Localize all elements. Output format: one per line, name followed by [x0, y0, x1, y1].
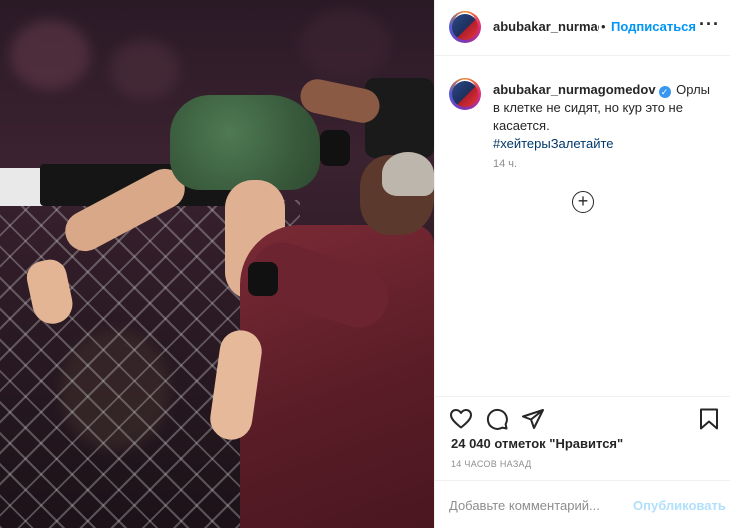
person-shirt — [365, 78, 434, 158]
glove — [320, 130, 350, 166]
instagram-post: abubakar_nurmagc • Подписаться ··· abuba… — [0, 0, 730, 528]
more-options-icon[interactable]: ··· — [699, 14, 720, 35]
header-username[interactable]: abubakar_nurmagc — [493, 19, 599, 34]
bookmark-icon[interactable] — [697, 407, 721, 431]
post-side-panel: abubakar_nurmagc • Подписаться ··· abuba… — [434, 0, 730, 528]
caption-username[interactable]: abubakar_nurmagomedov — [493, 82, 656, 97]
plus-circle-icon[interactable]: + — [572, 191, 594, 213]
profile-avatar-icon[interactable] — [449, 11, 481, 43]
profile-avatar-icon[interactable] — [449, 78, 481, 110]
caption-text-block: abubakar_nurmagomedov ✓ Орлы в клетке не … — [493, 81, 719, 153]
hashtag-link[interactable]: #хейтерыЗалетайте — [493, 135, 719, 153]
heart-icon[interactable] — [449, 407, 473, 431]
fighter-shorts — [170, 95, 320, 190]
likes-count[interactable]: 24 040 отметок "Нравится" — [451, 436, 623, 451]
comment-bar: Опубликовать — [435, 480, 730, 528]
comment-icon[interactable] — [485, 407, 509, 431]
caption-time: 14 ч. — [493, 158, 518, 170]
crowd-shape — [300, 10, 390, 80]
post-header: abubakar_nurmagc • Подписаться ··· — [435, 0, 730, 56]
glove — [248, 262, 278, 296]
crowd-shape — [110, 40, 180, 100]
crowd-shape — [10, 20, 90, 90]
verified-badge-icon: ✓ — [658, 86, 671, 98]
post-timestamp[interactable]: 14 часов назад — [451, 459, 532, 469]
post-photo[interactable] — [0, 0, 434, 528]
separator-dot: • — [601, 19, 606, 34]
post-caption: abubakar_nurmagomedov ✓ Орлы в клетке не … — [435, 56, 730, 396]
comment-input[interactable] — [449, 495, 629, 515]
publish-button[interactable]: Опубликовать — [633, 498, 726, 513]
follow-button[interactable]: Подписаться — [611, 19, 696, 34]
share-icon[interactable] — [521, 407, 545, 431]
official-hair — [382, 152, 434, 196]
